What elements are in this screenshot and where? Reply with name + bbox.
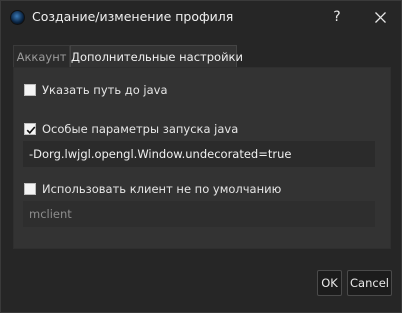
custom-client-checkbox[interactable] [24, 183, 36, 195]
title-bar: Создание/изменение профиля ? [1, 1, 401, 33]
tab-advanced-settings[interactable]: Дополнительные настройки [70, 45, 243, 67]
profile-dialog: Создание/изменение профиля ? Аккаунт Доп… [0, 0, 402, 313]
checkmark-icon [26, 126, 36, 134]
java-args-label: Особые параметры запуска java [42, 122, 239, 136]
java-args-checkbox[interactable] [24, 123, 36, 135]
ok-button[interactable]: OK [317, 270, 342, 296]
custom-client-label: Использовать клиент не по умолчанию [42, 182, 282, 196]
close-button[interactable] [370, 6, 390, 28]
java-path-checkbox[interactable] [24, 84, 36, 96]
advanced-settings-panel: Указать путь до java Особые параметры за… [13, 67, 391, 249]
cancel-button[interactable]: Cancel [347, 270, 392, 296]
java-args-input[interactable]: -Dorg.lwjgl.opengl.Window.undecorated=tr… [23, 141, 375, 167]
app-icon [10, 10, 25, 25]
custom-client-input[interactable]: mclient [23, 201, 375, 227]
tab-account[interactable]: Аккаунт [13, 45, 70, 67]
close-icon [375, 12, 386, 23]
help-button[interactable]: ? [327, 6, 347, 28]
java-path-label: Указать путь до java [42, 83, 168, 97]
dialog-title: Создание/изменение профиля [32, 9, 234, 24]
